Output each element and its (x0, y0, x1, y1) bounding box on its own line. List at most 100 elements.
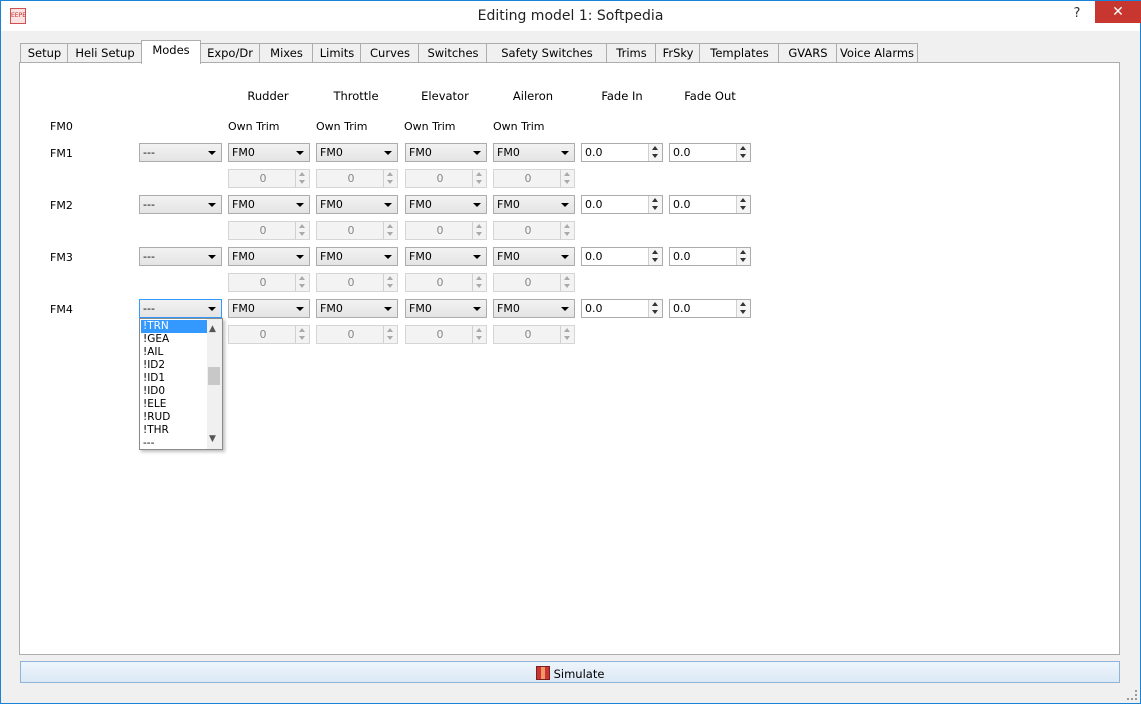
tab-trims[interactable]: Trims (606, 43, 657, 63)
scrollbar-thumb[interactable] (208, 367, 220, 385)
fm2-aileron-trim-select[interactable]: FM0 (493, 195, 575, 214)
fm2-switch-select[interactable]: --- (139, 195, 222, 214)
chevron-down-icon (296, 203, 304, 207)
dropdown-option-id2[interactable]: !ID2 (141, 359, 207, 372)
spin-buttons[interactable] (736, 300, 750, 317)
fm2-label: FM2 (50, 199, 73, 212)
fm4-fade-in-spinbox[interactable]: 0.0 (581, 299, 663, 318)
fm1-aileron-trim-select[interactable]: FM0 (493, 143, 575, 162)
fm2-rudder-trim-value: FM0 (232, 198, 255, 211)
fm4-aileron-trim-value: FM0 (497, 302, 520, 315)
fm4-rudder-trim-select[interactable]: FM0 (228, 299, 310, 318)
fm2-throttle-trim-select[interactable]: FM0 (316, 195, 398, 214)
fm2-fade-out-spinbox[interactable]: 0.0 (669, 195, 751, 214)
spin-buttons[interactable] (736, 144, 750, 161)
spin-buttons[interactable] (648, 248, 662, 265)
tab-mixes[interactable]: Mixes (259, 43, 314, 63)
fm4-rudder-trim-value-spinbox: 0 (228, 325, 310, 344)
simulate-button[interactable]: Simulate (20, 661, 1120, 683)
chevron-up-icon[interactable]: ▲ (209, 325, 216, 334)
arrow-down-icon (299, 180, 305, 184)
fm4-switch-select[interactable]: --- (139, 299, 222, 318)
tab-curves[interactable]: Curves (360, 43, 420, 63)
spin-buttons (295, 274, 309, 291)
arrow-down-icon (652, 206, 658, 210)
dropdown-option-trn[interactable]: !TRN (141, 320, 207, 333)
fm4-aileron-trim-select[interactable]: FM0 (493, 299, 575, 318)
fm3-throttle-trim-select[interactable]: FM0 (316, 247, 398, 266)
dropdown-option-ele[interactable]: !ELE (141, 398, 207, 411)
tab-heli-setup[interactable]: Heli Setup (67, 43, 143, 63)
help-button[interactable]: ? (1065, 3, 1089, 25)
dropdown-option-gea[interactable]: !GEA (141, 333, 207, 346)
fm3-fade-out-spinbox[interactable]: 0.0 (669, 247, 751, 266)
dropdown-scrollbar[interactable]: ▲ ▼ (207, 319, 222, 449)
spin-buttons[interactable] (736, 248, 750, 265)
arrow-up-icon (476, 224, 482, 228)
tab-voice-alarms[interactable]: Voice Alarms (836, 43, 918, 63)
close-button[interactable]: ✕ (1095, 1, 1141, 23)
dropdown-option-thr[interactable]: !THR (141, 424, 207, 437)
fm1-rudder-trim-select[interactable]: FM0 (228, 143, 310, 162)
arrow-down-icon (387, 232, 393, 236)
fm4-elevator-trim-select[interactable]: FM0 (405, 299, 487, 318)
chevron-down-icon[interactable]: ▼ (209, 435, 216, 444)
chevron-down-icon (561, 255, 569, 259)
tab-modes[interactable]: Modes (141, 40, 201, 64)
fm3-fade-in-spinbox[interactable]: 0.0 (581, 247, 663, 266)
spin-buttons[interactable] (648, 144, 662, 161)
tab-expo-dr[interactable]: Expo/Dr (199, 43, 261, 63)
fm1-throttle-trim-select[interactable]: FM0 (316, 143, 398, 162)
dropdown-option-none[interactable]: --- (141, 437, 207, 450)
arrow-up-icon (387, 276, 393, 280)
fm3-switch-select[interactable]: --- (139, 247, 222, 266)
fm4-throttle-trim-select[interactable]: FM0 (316, 299, 398, 318)
tab-setup[interactable]: Setup (20, 43, 69, 63)
dropdown-option-id0[interactable]: !ID0 (141, 385, 207, 398)
dropdown-option-ail[interactable]: !AIL (141, 346, 207, 359)
fm2-rudder-trim-select[interactable]: FM0 (228, 195, 310, 214)
tab-templates[interactable]: Templates (699, 43, 780, 63)
fm3-fade-out-value: 0.0 (673, 250, 691, 263)
fm2-fade-out-value: 0.0 (673, 198, 691, 211)
chevron-down-icon (384, 203, 392, 207)
fm4-throttle-trim-value-spinbox: 0 (316, 325, 398, 344)
dropdown-option-id1[interactable]: !ID1 (141, 372, 207, 385)
tab-frsky[interactable]: FrSky (655, 43, 701, 63)
fm1-elevator-trim-select[interactable]: FM0 (405, 143, 487, 162)
tab-limits[interactable]: Limits (312, 43, 362, 63)
fm3-rudder-trim-select[interactable]: FM0 (228, 247, 310, 266)
window-title: Editing model 1: Softpedia (477, 8, 664, 24)
arrow-up-icon (476, 328, 482, 332)
fm1-fade-in-spinbox[interactable]: 0.0 (581, 143, 663, 162)
tab-gvars[interactable]: GVARS (778, 43, 838, 63)
col-fade-out: Fade Out (684, 89, 736, 103)
fm4-label: FM4 (50, 303, 73, 316)
dropdown-option-rud[interactable]: !RUD (141, 411, 207, 424)
arrow-down-icon (652, 154, 658, 158)
fm3-aileron-trim-select[interactable]: FM0 (493, 247, 575, 266)
arrow-up-icon (652, 302, 658, 306)
fm1-fade-out-spinbox[interactable]: 0.0 (669, 143, 751, 162)
spin-buttons[interactable] (736, 196, 750, 213)
chevron-down-icon (473, 255, 481, 259)
fm3-elevator-trim-select[interactable]: FM0 (405, 247, 487, 266)
resize-grip-icon[interactable] (1127, 690, 1137, 700)
spin-buttons (472, 274, 486, 291)
tab-safety-switches[interactable]: Safety Switches (486, 43, 608, 63)
arrow-up-icon (740, 146, 746, 150)
arrow-up-icon (740, 198, 746, 202)
arrow-down-icon (564, 180, 570, 184)
spin-buttons[interactable] (648, 196, 662, 213)
fm2-fade-in-spinbox[interactable]: 0.0 (581, 195, 663, 214)
arrow-up-icon (564, 172, 570, 176)
fm2-elevator-trim-select[interactable]: FM0 (405, 195, 487, 214)
tab-switches[interactable]: Switches (418, 43, 488, 63)
fm1-switch-select[interactable]: --- (139, 143, 222, 162)
fm4-throttle-trim-number: 0 (347, 328, 355, 341)
spin-buttons (295, 170, 309, 187)
fm4-fade-out-spinbox[interactable]: 0.0 (669, 299, 751, 318)
fm4-fade-out-value: 0.0 (673, 302, 691, 315)
spin-buttons[interactable] (648, 300, 662, 317)
fm1-aileron-trim-number: 0 (524, 172, 532, 185)
